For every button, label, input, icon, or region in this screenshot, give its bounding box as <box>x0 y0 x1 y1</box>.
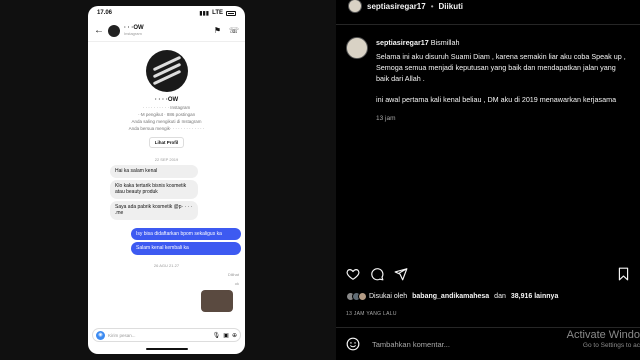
profile-info-3: Anda saling mengikuti di Instagram <box>131 119 202 124</box>
seen-label: Dilihat <box>227 271 239 277</box>
author-username[interactable]: septiasiregar17 <box>367 2 426 11</box>
separator-dot: • <box>430 1 434 11</box>
likes-count[interactable]: 38,916 lainnya <box>511 293 558 300</box>
back-arrow-icon: ← <box>94 25 104 36</box>
outgoing-message: Isy bisa didaftarkan bpom sekaligus ka <box>131 227 241 240</box>
profile-name: · · · ·OW <box>154 97 179 103</box>
mic-icon: 🎙 <box>212 332 221 339</box>
author-avatar[interactable] <box>348 0 362 13</box>
incoming-message: Klo kaka tertarik bisnis kosmetik atau b… <box>110 179 198 199</box>
instagram-post-view: { "phone": { "status_time": "17.06", "st… <box>0 0 640 360</box>
gallery-icon: ▣ <box>223 332 229 339</box>
outgoing-message: Salam kenal kembali ka <box>131 242 241 255</box>
incoming-message: Hai ka salam kenal <box>110 165 198 178</box>
liker-avatars <box>346 292 367 301</box>
chat-profile-card: · · · ·OW · · · · · · · · · · Instagram … <box>88 42 245 149</box>
profile-info-1: · · · · · · · · · · Instagram <box>142 105 191 110</box>
share-send-icon[interactable] <box>394 267 408 281</box>
liked-prefix: Disukai oleh <box>369 293 408 300</box>
caption: septiasiregar17 Bismillah Selama ini aku… <box>336 25 640 124</box>
windows-activation-watermark: Activate Windo Go to Settings to ac <box>567 329 640 350</box>
view-profile-button: Lihat Profil <box>148 137 185 148</box>
phone-screenshot: 17.06 ▮▮▮ LTE ← · · ·OW Instagram ⚑ ☏ · … <box>88 6 245 354</box>
chat-avatar <box>108 24 120 37</box>
signal-icon: ▮▮▮ <box>199 10 210 17</box>
seen-label: ok <box>234 280 239 286</box>
incoming-message: Saya ada pabrik kosmetik @p· · · · .me <box>110 200 198 220</box>
watermark-line-2: Go to Settings to ac <box>582 342 640 350</box>
caption-time: 13 jam <box>376 114 396 122</box>
profile-info-4: Anda bersua mengik· · · · · · · · · · · … <box>128 126 205 131</box>
comment-icon[interactable] <box>370 267 384 281</box>
post-media: 17.06 ▮▮▮ LTE ← · · ·OW Instagram ⚑ ☏ · … <box>0 0 336 360</box>
status-time: 17.06 <box>97 10 113 16</box>
network-label: LTE <box>212 10 223 16</box>
liked-and: dan <box>494 293 506 300</box>
caption-username[interactable]: septiasiregar17 <box>376 38 429 47</box>
emoji-icon[interactable] <box>346 337 360 351</box>
watermark-line-1: Activate Windo <box>566 329 640 341</box>
chat-subtitle: Instagram <box>124 31 142 36</box>
post-header: septiasiregar17 • Diikuti <box>336 0 640 13</box>
liked-user[interactable]: babang_andikamahesa <box>412 293 489 300</box>
caption-intro: Bismillah <box>430 38 460 47</box>
caption-paragraph-2: ini awal pertama kali kenal beliau , DM … <box>376 94 617 104</box>
chat-header: ← · · ·OW Instagram ⚑ ☏ <box>88 20 245 42</box>
home-indicator <box>145 348 188 350</box>
like-heart-icon[interactable] <box>346 267 360 281</box>
post-sidebar: septiasiregar17 • Diikuti septiasiregar1… <box>336 0 640 360</box>
post-date: 13 JAM YANG LALU <box>346 311 397 317</box>
status-bar: 17.06 ▮▮▮ LTE <box>88 6 245 20</box>
bookmark-icon[interactable] <box>617 267 630 281</box>
shared-image-thumbnail <box>201 289 233 312</box>
flag-icon: ⚑ <box>213 26 221 35</box>
caption-paragraph-1: Selama ini aku disuruh Suami Diam , kare… <box>376 52 626 84</box>
camera-icon: ◉ <box>96 330 105 340</box>
chat-timestamp: 22 SEP 2019 <box>154 157 179 162</box>
composer-placeholder: Kirim pesan... <box>108 332 136 338</box>
profile-info-2: ··M pengikut · 886 postingan <box>137 112 196 117</box>
plus-icon: ⊕ <box>231 332 237 339</box>
caption-avatar[interactable] <box>346 37 368 59</box>
chat-timestamp: 26 AGU 21.27 <box>153 262 180 268</box>
profile-avatar <box>145 50 188 92</box>
phone-icon: ☏ <box>228 26 239 35</box>
battery-icon <box>226 10 236 16</box>
message-composer: ◉ Kirim pesan... 🎙 ▣ ⊕ <box>92 328 241 342</box>
comment-input[interactable]: Tambahkan komentar... <box>372 340 450 349</box>
follow-button[interactable]: Diikuti <box>439 2 463 11</box>
action-bar <box>346 266 630 282</box>
likes-summary: Disukai oleh babang_andikamahesa dan 38,… <box>346 292 558 301</box>
